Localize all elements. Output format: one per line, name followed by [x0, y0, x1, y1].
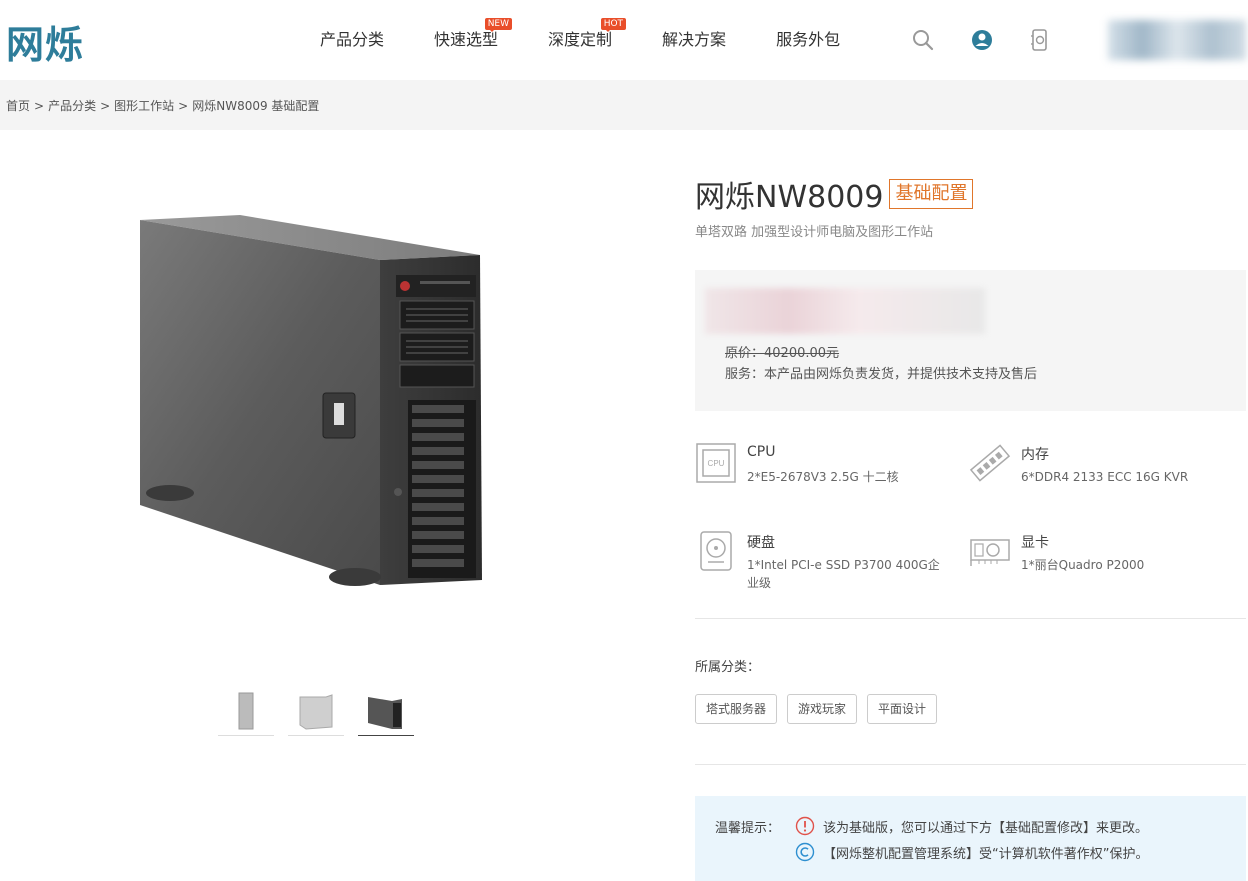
user-icon[interactable] [970, 28, 994, 52]
spec-value: 1*丽台Quadro P2000 [1021, 558, 1145, 572]
memory-icon [969, 442, 1011, 484]
breadcrumb-graphics-workstation[interactable]: 图形工作站 [114, 99, 174, 113]
tip-line-2: 【网烁整机配置管理系统】受“计算机软件著作权”保护。 [795, 842, 1148, 862]
cpu-icon: CPU [695, 442, 737, 484]
nav-item-label: 服务外包 [776, 30, 841, 49]
category-tag[interactable]: 游戏玩家 [787, 694, 858, 724]
search-icon[interactable] [911, 28, 935, 52]
phone-icon[interactable] [1028, 28, 1052, 52]
original-price-value: 40200.00元 [764, 346, 840, 361]
tip-box: 温馨提示： 该为基础版，您可以通过下方【基础配置修改】来更改。 【网烁整机配置管… [695, 796, 1246, 881]
main-nav: 产品分类 快速选型 NEW 深度定制 HOT 解决方案 服务外包 [320, 0, 890, 80]
graphics-card-icon [969, 530, 1011, 572]
service-info: 服务：本产品由网烁负责发货，并提供技术支持及售后 [725, 367, 1038, 382]
thumbnail-strip [218, 686, 428, 736]
spec-memory: 内存 6*DDR4 2133 ECC 16G KVR [969, 442, 1229, 502]
nav-item-label: 深度定制 [548, 30, 613, 49]
nav-item-custom[interactable]: 深度定制 HOT [548, 0, 627, 80]
price-blurred [705, 288, 985, 334]
hot-badge: HOT [600, 18, 627, 32]
thumbnail-active[interactable] [358, 686, 414, 736]
product-subtitle: 单塔双路 加强型设计师电脑及图形工作站 [695, 225, 934, 240]
category-label: 所属分类： [695, 660, 761, 675]
nav-item-quick-select[interactable]: 快速选型 NEW [434, 0, 513, 80]
hard-disk-icon [695, 530, 737, 572]
category-tags: 塔式服务器 游戏玩家 平面设计 [695, 694, 947, 724]
spec-hard-disk: 硬盘 1*Intel PCI-e SSD P3700 400G企业级 [695, 530, 955, 590]
config-tag: 基础配置 [889, 179, 974, 209]
breadcrumb: 首页 > 产品分类 > 图形工作站 > 网烁NW8009 基础配置 [6, 97, 319, 114]
breadcrumb-current: 网烁NW8009 基础配置 [192, 99, 320, 113]
tip-text: 【网烁整机配置管理系统】受“计算机软件著作权”保护。 [823, 846, 1149, 862]
site-header: 网烁 产品分类 快速选型 NEW 深度定制 HOT 解决方案 服务外包 [0, 0, 1248, 80]
spec-name: 硬盘 [747, 535, 775, 551]
breadcrumb-separator: > [34, 99, 45, 113]
tip-label: 温馨提示： [715, 821, 781, 836]
breadcrumb-separator: > [100, 99, 111, 113]
thumbnail[interactable] [288, 686, 344, 736]
breadcrumb-bar: 首页 > 产品分类 > 图形工作站 > 网烁NW8009 基础配置 [0, 80, 1248, 130]
product-title-row: 网烁NW8009 基础配置 [695, 172, 974, 216]
nav-item-label: 快速选型 [434, 30, 499, 49]
breadcrumb-product-category[interactable]: 产品分类 [48, 99, 96, 113]
spec-value: 2*E5-2678V3 2.5G 十二核 [747, 470, 899, 484]
tip-line-1: 该为基础版，您可以通过下方【基础配置修改】来更改。 [795, 816, 1148, 836]
nav-item-solutions[interactable]: 解决方案 [662, 0, 726, 80]
tip-text: 该为基础版，您可以通过下方【基础配置修改】来更改。 [823, 820, 1149, 836]
divider [695, 764, 1246, 765]
hotline-blurred [1108, 20, 1246, 60]
category-tag[interactable]: 塔式服务器 [695, 694, 778, 724]
nav-item-outsourcing[interactable]: 服务外包 [776, 0, 840, 80]
spec-graphics-card: 显卡 1*丽台Quadro P2000 [969, 530, 1229, 590]
category-tag[interactable]: 平面设计 [867, 694, 938, 724]
spec-name: CPU [747, 444, 776, 460]
nav-item-product-category[interactable]: 产品分类 [320, 0, 384, 80]
product-title: 网烁NW8009 [695, 180, 884, 215]
original-price: 原价：40200.00元 [725, 342, 839, 361]
breadcrumb-home[interactable]: 首页 [6, 99, 30, 113]
nav-item-label: 解决方案 [662, 30, 727, 49]
breadcrumb-separator: > [178, 99, 189, 113]
spec-name: 内存 [1021, 447, 1049, 463]
spec-value: 6*DDR4 2133 ECC 16G KVR [1021, 470, 1189, 484]
spec-value: 1*Intel PCI-e SSD P3700 400G企业级 [747, 558, 940, 590]
spec-name: 显卡 [1021, 535, 1049, 551]
divider [695, 618, 1246, 619]
copyright-icon [795, 842, 815, 862]
new-badge: NEW [484, 18, 513, 32]
warning-icon [795, 816, 815, 836]
nav-item-label: 产品分类 [320, 30, 385, 49]
spec-cpu: CPU CPU 2*E5-2678V3 2.5G 十二核 [695, 442, 955, 502]
original-price-label: 原价： [725, 346, 765, 361]
price-box: 原价：40200.00元 服务：本产品由网烁负责发货，并提供技术支持及售后 [695, 270, 1246, 411]
product-main-image [120, 205, 500, 605]
thumbnail[interactable] [218, 686, 274, 736]
site-logo[interactable]: 网烁 [6, 14, 84, 69]
svg-text:CPU: CPU [708, 459, 725, 468]
